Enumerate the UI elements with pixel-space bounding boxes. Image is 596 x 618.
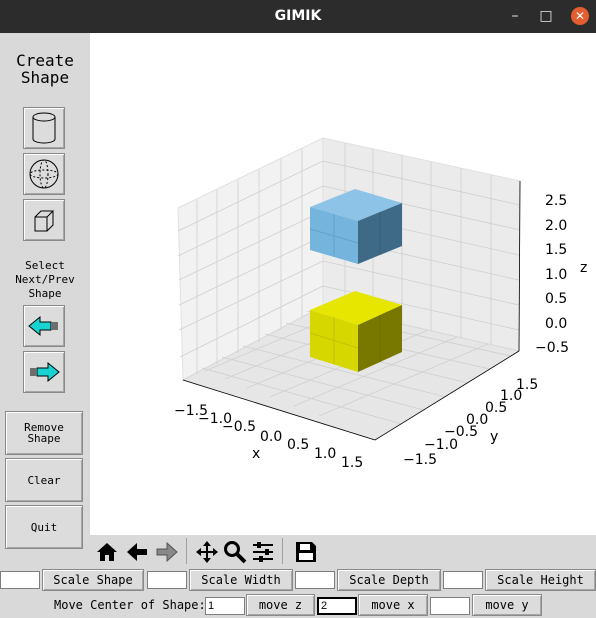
home-icon [97, 543, 117, 561]
x-tick-3: 0.0 [260, 429, 282, 445]
z-tick-5: 0.0 [545, 316, 567, 332]
move-z-input[interactable] [205, 597, 245, 615]
save-button[interactable] [293, 539, 319, 565]
back-button[interactable] [124, 539, 150, 565]
x-tick-5: 1.0 [314, 446, 336, 462]
prev-shape-button[interactable] [23, 305, 65, 347]
toolbar-separator-2 [282, 538, 283, 564]
z-tick-0: 2.5 [545, 193, 567, 209]
scale-shape-button[interactable]: Scale Shape [42, 569, 144, 591]
sphere-icon [29, 159, 59, 189]
move-x-button[interactable]: move x [358, 594, 428, 616]
configure-subplots-icon [253, 542, 273, 562]
next-shape-button[interactable] [23, 351, 65, 393]
scale-width-input[interactable] [147, 571, 187, 589]
quit-button[interactable]: Quit [5, 505, 83, 549]
create-sphere-button[interactable] [23, 153, 65, 195]
close-button[interactable]: ✕ [571, 7, 589, 25]
scale-width-button[interactable]: Scale Width [189, 569, 293, 591]
x-tick-4: 0.5 [287, 437, 309, 453]
scale-depth-button[interactable]: Scale Depth [337, 569, 441, 591]
pan-button[interactable] [194, 539, 220, 565]
y-tick-6: 1.5 [516, 377, 538, 393]
toolbar-separator [186, 538, 187, 564]
x-tick-6: 1.5 [341, 455, 363, 471]
right-arrow-icon [30, 361, 60, 383]
y-axis-label: y [490, 429, 498, 445]
remove-shape-button[interactable]: Remove Shape [5, 411, 83, 455]
axes-3d: −1.5 −1.0 −0.5 0.0 0.5 1.0 1.5 x −1.5 −1… [174, 137, 587, 471]
scale-depth-input[interactable] [295, 571, 335, 589]
z-tick-1: 2.0 [545, 218, 567, 234]
plot-canvas[interactable]: −1.5 −1.0 −0.5 0.0 0.5 1.0 1.5 x −1.5 −1… [90, 33, 596, 535]
pan-icon [196, 541, 218, 563]
z-tick-2: 1.5 [545, 242, 567, 258]
scale-height-button[interactable]: Scale Height [485, 569, 596, 591]
z-tick-6: −0.5 [535, 340, 569, 356]
forward-icon [156, 541, 178, 563]
clear-button[interactable]: Clear [5, 458, 83, 502]
create-cube-button[interactable] [23, 199, 65, 241]
move-controls-row: Move Center of Shape: move z move x move… [0, 594, 596, 618]
move-x-input[interactable] [317, 597, 357, 615]
move-y-button[interactable]: move y [472, 594, 542, 616]
save-icon [296, 542, 316, 562]
x-tick-2: −0.5 [222, 419, 256, 435]
title-bar: GIMIK – □ ✕ [0, 0, 596, 33]
home-button[interactable] [94, 539, 120, 565]
cylinder-icon [32, 112, 56, 144]
maximize-button[interactable]: □ [537, 7, 555, 25]
navigation-toolbar [90, 535, 596, 567]
scale-shape-input[interactable] [0, 571, 40, 589]
sidebar-title-line2: Shape [20, 68, 70, 87]
z-tick-4: 0.5 [545, 291, 567, 307]
y-tick-0: −1.5 [403, 452, 437, 468]
sidebar: Create Shape Select Next/Prev Shape Remo… [0, 33, 90, 616]
z-tick-3: 1.0 [545, 267, 567, 283]
scale-controls-row: Scale Shape Scale Width Scale Depth Scal… [0, 569, 596, 593]
configure-subplots-button[interactable] [250, 539, 276, 565]
select-label-line2: Next/Prev [15, 273, 75, 286]
left-arrow-icon [28, 315, 58, 337]
x-axis-label: x [252, 446, 260, 462]
back-icon [127, 543, 147, 561]
sidebar-title-line1: Create [16, 51, 74, 70]
move-z-button[interactable]: move z [246, 594, 315, 616]
move-center-label: Move Center of Shape: [54, 598, 206, 612]
move-y-input[interactable] [430, 597, 470, 615]
forward-button[interactable] [154, 539, 180, 565]
remove-shape-label: Remove Shape [24, 422, 64, 444]
remove-shape-line2: Shape [27, 432, 61, 445]
scale-height-input[interactable] [443, 571, 483, 589]
create-cylinder-button[interactable] [23, 107, 65, 149]
zoom-icon [224, 541, 247, 564]
z-axis-label: z [580, 260, 587, 276]
zoom-button[interactable] [222, 539, 248, 565]
cube-icon [34, 210, 55, 232]
minimize-button[interactable]: – [506, 7, 524, 25]
select-label-line1: Select [25, 259, 65, 272]
select-label-line3: Shape [28, 287, 62, 300]
